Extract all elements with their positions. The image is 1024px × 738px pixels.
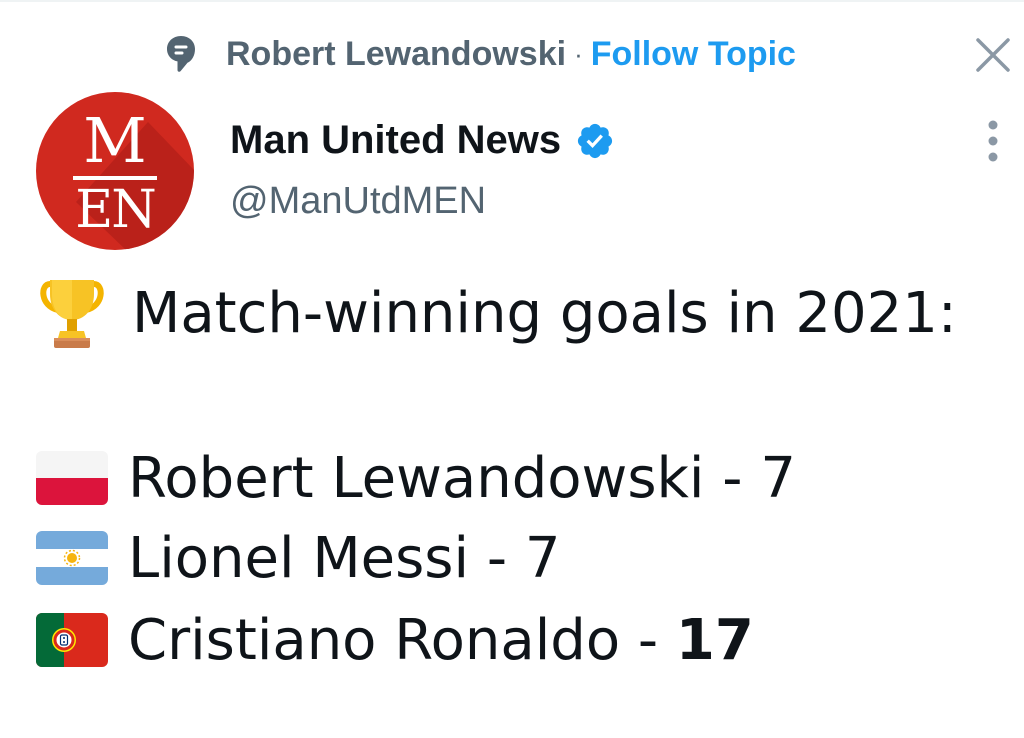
topic-separator: · (574, 38, 583, 69)
goal-count: 17 (675, 607, 754, 673)
topic-speech-icon (167, 36, 195, 72)
row-separator: - (704, 445, 761, 511)
author-handle[interactable]: @ManUtdMEN (230, 180, 486, 223)
topic-name[interactable]: Robert Lewandowski (226, 35, 566, 74)
display-name-text: Man United News (230, 118, 562, 162)
close-icon[interactable] (972, 34, 1014, 76)
avatar-letters-top: M (83, 104, 147, 177)
row-separator: - (469, 525, 525, 591)
tweet-row: Robert Lewandowski - 7 (36, 440, 796, 516)
portugal-flag-icon (36, 613, 108, 667)
avatar-letters-bottom: EN (75, 180, 156, 240)
goal-count: 7 (760, 445, 796, 511)
top-divider (0, 0, 1024, 2)
topic-context-row: Robert Lewandowski · Follow Topic (166, 30, 796, 78)
goal-count: 7 (524, 525, 561, 591)
tweet-row: Cristiano Ronaldo - 17 (36, 602, 754, 678)
verified-badge-icon (578, 123, 613, 158)
argentina-flag-icon (36, 531, 108, 585)
author-display-name[interactable]: Man United News (230, 118, 615, 163)
follow-topic-button[interactable]: Follow Topic (591, 35, 796, 74)
trophy-icon (40, 280, 104, 348)
player-name: Cristiano Ronaldo (128, 607, 621, 673)
row-separator: - (620, 607, 676, 673)
avatar-logo: M EN (36, 110, 194, 236)
tweet-heading: Match-winning goals in 2021: (132, 280, 957, 346)
tweet-row: Lionel Messi - 7 (36, 520, 560, 596)
player-name: Robert Lewandowski (128, 445, 705, 511)
player-name: Lionel Messi (128, 525, 470, 591)
tweet-heading-line: Match-winning goals in 2021: (36, 274, 957, 352)
more-vertical-icon[interactable] (980, 118, 1006, 164)
poland-flag-icon (36, 451, 108, 505)
avatar[interactable]: M EN (36, 92, 194, 250)
